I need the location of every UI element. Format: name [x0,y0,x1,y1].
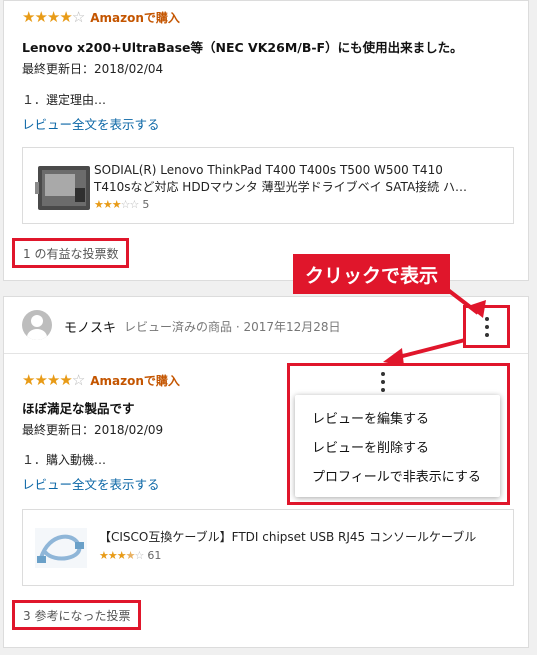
review-updated-date: 最終更新日：2018/02/09 [22,423,164,437]
star-empty-icon: ☆ [71,8,85,26]
star-full-icon: ★ [107,549,118,562]
star-half-icon: ★ [125,549,136,562]
verified-purchase-badge: Amazonで購入 [90,374,180,388]
star-empty-icon: ☆ [134,549,145,562]
star-full-icon: ★ [102,198,113,211]
star-empty-icon: ☆ [71,371,85,389]
review-verified-date: レビュー済みの商品 · 2017年12月28日 [124,320,341,334]
star-full-icon: ★ [22,8,35,26]
annotation-callout-text: クリックで表示 [304,264,438,287]
review-rating: ★ ★ ★ ★ ☆ Amazonで購入 [22,9,180,26]
review-title[interactable]: Lenovo x200+UltraBase等（NEC VK26M/B-F）にも使… [22,37,463,56]
more-vertical-icon[interactable] [381,372,385,392]
star-full-icon: ★ [116,549,127,562]
product-name: 【CISCO互換ケーブル】FTDI chipset USB RJ45 コンソール… [99,530,477,544]
verified-purchase-badge: Amazonで購入 [90,11,180,25]
product-name-line2: T410sなど対応 HDDマウンタ 薄型光学ドライブベイ SATA接続 ハ… [94,180,467,194]
review-rating: ★ ★ ★ ★ ☆ Amazonで購入 [22,372,180,389]
star-full-icon: ★ [59,8,72,26]
star-full-icon: ★ [94,198,104,211]
review-updated-date: 最終更新日：2018/02/04 [22,62,164,76]
read-full-review-link[interactable]: レビュー全文を表示する [22,474,160,493]
review-title[interactable]: ほぼ満足な製品です [22,398,135,417]
review-card: ★ ★ ★ ★ ☆ Amazonで購入 Lenovo x200+UltraBas… [3,0,529,281]
helpful-votes-count: 1 の有益な投票数 [12,238,130,268]
more-vertical-icon [484,316,489,337]
product-rating-count: 61 [147,549,162,562]
product-rating-count: 5 [142,198,150,211]
star-full-icon: ★ [22,371,35,389]
star-empty-icon: ☆ [120,198,131,211]
product-rating: ★ ★ ★ ☆ ☆ 5 [94,198,149,211]
review-options-button[interactable] [463,305,510,348]
annotation-callout: クリックで表示 [293,254,450,294]
star-full-icon: ★ [59,371,72,389]
star-full-icon: ★ [111,198,122,211]
review-options-menu: レビューを編集する レビューを削除する プロフィールで非表示にする [295,395,500,497]
star-full-icon: ★ [46,8,60,26]
read-full-review-link[interactable]: レビュー全文を表示する [22,114,160,133]
star-full-icon: ★ [46,371,60,389]
hdd-mounter-product-image [35,166,90,210]
menu-item-edit-review[interactable]: レビューを編集する [312,408,429,427]
menu-item-delete-review[interactable]: レビューを削除する [312,437,429,456]
user-icon [27,315,47,340]
star-full-icon: ★ [34,8,47,26]
product-card[interactable]: 【CISCO互換ケーブル】FTDI chipset USB RJ45 コンソール… [22,509,514,586]
review-header: モノスキ レビュー済みの商品 · 2017年12月28日 [4,297,528,354]
review-excerpt: １．選定理由… [22,93,107,107]
console-cable-product-image [35,528,87,568]
star-empty-icon: ☆ [129,198,140,211]
star-full-icon: ★ [34,371,47,389]
helpful-votes-count: 3 参考になった投票 [12,600,142,630]
avatar[interactable] [22,310,52,340]
star-full-icon: ★ [99,549,109,562]
product-card[interactable]: SODIAL(R) Lenovo ThinkPad T400 T400s T50… [22,147,514,224]
reviewer-name[interactable]: モノスキ [64,317,116,336]
menu-item-hide-from-profile[interactable]: プロフィールで非表示にする [312,466,481,485]
review-excerpt: １．購入動機… [22,453,107,467]
product-rating: ★ ★ ★ ★ ☆ 61 [99,549,161,562]
product-name-line1: SODIAL(R) Lenovo ThinkPad T400 T400s T50… [94,163,443,177]
